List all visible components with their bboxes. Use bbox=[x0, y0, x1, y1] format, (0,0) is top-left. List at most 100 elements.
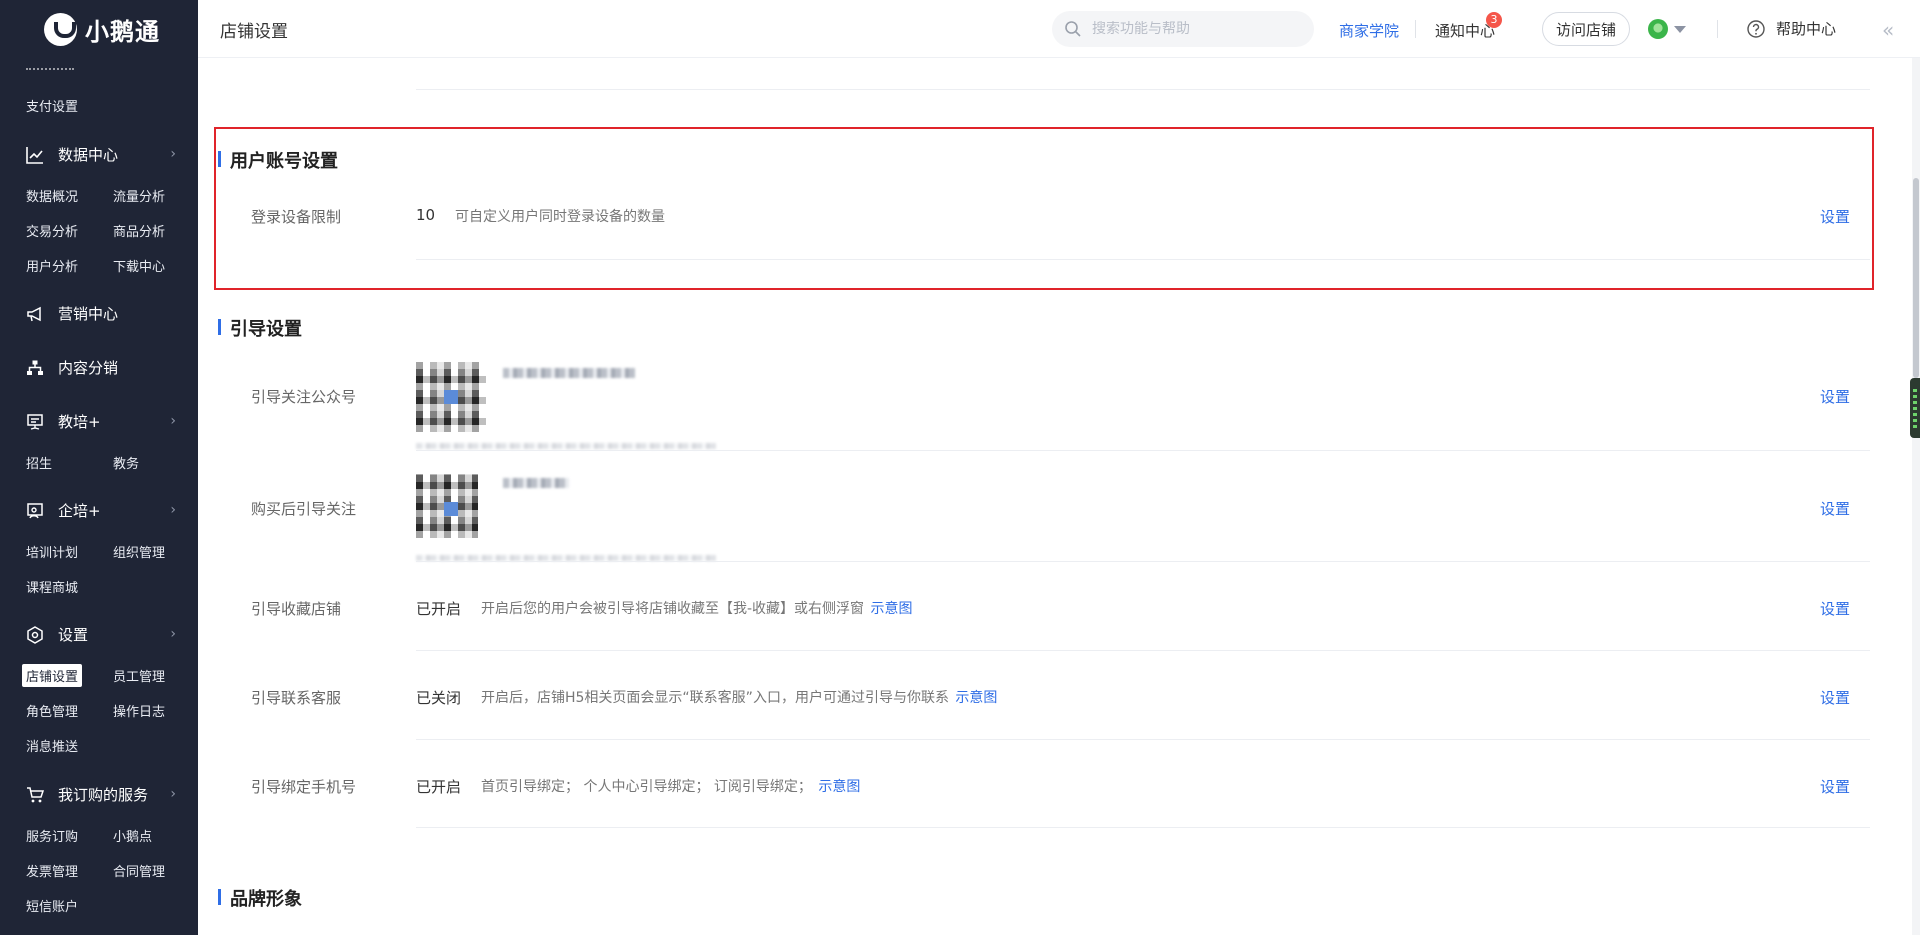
sidebar-item-payment-settings[interactable]: 支付设置 bbox=[26, 96, 78, 115]
row-label: 购买后引导关注 bbox=[251, 500, 357, 518]
sidebar-item-edu-training[interactable]: 教培+ › bbox=[26, 411, 176, 432]
sidebar-item-goose-points[interactable]: 小鹅点 bbox=[113, 826, 152, 845]
sidebar-item-my-services[interactable]: 我订购的服务 › bbox=[26, 784, 176, 805]
header-divider bbox=[1717, 20, 1718, 38]
sidebar-item-data-overview[interactable]: 数据概况 bbox=[26, 186, 78, 205]
search-icon bbox=[1064, 20, 1082, 38]
row-description: 可自定义用户同时登录设备的数量 bbox=[455, 209, 665, 225]
brand-logo[interactable]: 小鹅通 bbox=[0, 0, 198, 58]
sidebar-item-role-management[interactable]: 角色管理 bbox=[26, 701, 78, 720]
sidebar-item-operation-log[interactable]: 操作日志 bbox=[113, 701, 165, 720]
row-status: 已开启 bbox=[416, 600, 462, 618]
sidebar-head-label: 内容分销 bbox=[58, 359, 119, 377]
merchant-academy-link[interactable]: 商家学院 bbox=[1339, 20, 1399, 41]
chevron-right-icon: › bbox=[170, 502, 176, 518]
qr-code-image bbox=[416, 362, 486, 432]
presentation-icon bbox=[26, 413, 44, 431]
sidebar-item-course-mall[interactable]: 课程商城 bbox=[26, 577, 78, 596]
sidebar-head-label: 营销中心 bbox=[58, 305, 119, 323]
sidebar-item-invoice-management[interactable]: 发票管理 bbox=[26, 861, 78, 880]
sidebar-item-traffic-analysis[interactable]: 流量分析 bbox=[113, 186, 165, 205]
row-divider bbox=[416, 259, 1870, 260]
help-center-link[interactable]: 帮助中心 bbox=[1746, 18, 1836, 39]
chart-line-icon bbox=[26, 146, 44, 164]
sidebar-item-content-distribution[interactable]: 内容分销 bbox=[26, 357, 176, 378]
sidebar-item-org-management[interactable]: 组织管理 bbox=[113, 542, 165, 561]
row-divider bbox=[416, 450, 1870, 451]
row-status: 已关闭 bbox=[416, 689, 462, 707]
sidebar-item-enrollment[interactable]: 招生 bbox=[26, 453, 52, 472]
search-box[interactable] bbox=[1052, 11, 1314, 47]
hexagon-gear-icon bbox=[26, 625, 44, 644]
sidebar-cut-row bbox=[26, 60, 166, 70]
blurred-text bbox=[416, 443, 716, 449]
row-divider bbox=[416, 827, 1870, 828]
demo-image-link[interactable]: 示意图 bbox=[871, 601, 913, 617]
chevron-right-icon: › bbox=[170, 786, 176, 802]
row-description: 首页引导绑定； 个人中心引导绑定； 订阅引导绑定； 示意图 bbox=[481, 776, 860, 796]
sidebar-item-staff-management[interactable]: 员工管理 bbox=[113, 666, 165, 685]
notification-count-badge: 3 bbox=[1486, 12, 1502, 28]
chevron-right-icon: › bbox=[170, 413, 176, 429]
sidebar-item-trade-analysis[interactable]: 交易分析 bbox=[26, 221, 78, 240]
row-label: 引导联系客服 bbox=[251, 689, 342, 707]
row-description-text: 开启后您的用户会被引导将店铺收藏至【我-收藏】或右侧浮窗 bbox=[481, 601, 865, 617]
guide-favorite-set-link[interactable]: 设置 bbox=[1820, 598, 1850, 619]
sidebar-item-message-push[interactable]: 消息推送 bbox=[26, 736, 78, 755]
row-label: 引导收藏店铺 bbox=[251, 600, 342, 618]
sidebar-head-label: 教培+ bbox=[58, 413, 101, 431]
sidebar-item-settings[interactable]: 设置 › bbox=[26, 624, 176, 645]
brand-name: 小鹅通 bbox=[85, 17, 160, 46]
section-title-guide: 引导设置 bbox=[218, 315, 302, 341]
megaphone-icon bbox=[26, 305, 44, 323]
sidebar-item-download-center[interactable]: 下载中心 bbox=[113, 256, 165, 275]
guide-bind-phone-set-link[interactable]: 设置 bbox=[1820, 776, 1850, 797]
section-title-account: 用户账号设置 bbox=[218, 147, 338, 173]
section-title-brand: 品牌形象 bbox=[218, 885, 302, 911]
row-divider bbox=[416, 739, 1870, 740]
row-description-text: 首页引导绑定； 个人中心引导绑定； 订阅引导绑定； bbox=[481, 779, 812, 795]
sidebar-item-sms-account[interactable]: 短信账户 bbox=[26, 896, 78, 915]
header-divider bbox=[1415, 20, 1416, 38]
row-value: 10 bbox=[416, 206, 436, 224]
sidebar-item-enterprise-training[interactable]: 企培+ › bbox=[26, 500, 176, 521]
blurred-account-name bbox=[503, 368, 635, 378]
demo-image-link[interactable]: 示意图 bbox=[818, 779, 860, 795]
org-tree-icon bbox=[26, 359, 44, 377]
sidebar-item-service-order[interactable]: 服务订购 bbox=[26, 826, 78, 845]
help-center-label: 帮助中心 bbox=[1776, 20, 1837, 38]
sidebar-item-marketing-center[interactable]: 营销中心 bbox=[26, 303, 176, 324]
main-content: 用户账号设置 登录设备限制 10 可自定义用户同时登录设备的数量 设置 引导设置… bbox=[198, 58, 1920, 935]
guide-follow-set-link[interactable]: 设置 bbox=[1820, 386, 1850, 407]
guide-contact-service-set-link[interactable]: 设置 bbox=[1820, 687, 1850, 708]
guide-after-purchase-set-link[interactable]: 设置 bbox=[1820, 498, 1850, 519]
sidebar-item-data-center[interactable]: 数据中心 › bbox=[26, 144, 176, 165]
login-limit-set-link[interactable]: 设置 bbox=[1820, 206, 1850, 227]
side-float-widget[interactable] bbox=[1910, 378, 1920, 438]
search-input[interactable] bbox=[1092, 21, 1292, 37]
top-bar: 店铺设置 商家学院 通知中心 3 访问店铺 帮助中心 « bbox=[198, 0, 1920, 58]
row-description: 开启后您的用户会被引导将店铺收藏至【我-收藏】或右侧浮窗 示意图 bbox=[481, 598, 913, 618]
row-status: 已开启 bbox=[416, 778, 462, 796]
sidebar-item-academic-affairs[interactable]: 教务 bbox=[113, 453, 139, 472]
chevron-right-icon: › bbox=[170, 626, 176, 642]
sidebar-item-store-settings[interactable]: 店铺设置 bbox=[22, 664, 83, 687]
row-divider bbox=[416, 561, 1870, 562]
sidebar-item-training-plan[interactable]: 培训计划 bbox=[26, 542, 78, 561]
demo-image-link[interactable]: 示意图 bbox=[955, 690, 997, 706]
sidebar-item-contract-management[interactable]: 合同管理 bbox=[113, 861, 165, 880]
row-description-text: 开启后，店铺H5相关页面会显示“联系客服”入口，用户可通过引导与你联系 bbox=[481, 690, 949, 706]
row-divider bbox=[416, 650, 1870, 651]
caret-down-icon[interactable] bbox=[1674, 26, 1686, 33]
row-label: 引导绑定手机号 bbox=[251, 778, 357, 796]
sidebar-head-label: 设置 bbox=[58, 626, 89, 644]
scrollbar-thumb[interactable] bbox=[1913, 178, 1919, 378]
sidebar-head-label: 企培+ bbox=[58, 502, 101, 520]
visit-store-button[interactable]: 访问店铺 bbox=[1542, 12, 1630, 46]
sidebar-item-user-analysis[interactable]: 用户分析 bbox=[26, 256, 78, 275]
sidebar-item-product-analysis[interactable]: 商品分析 bbox=[113, 221, 165, 240]
collapse-double-chevron-icon[interactable]: « bbox=[1882, 18, 1894, 42]
question-circle-icon bbox=[1746, 19, 1766, 39]
avatar[interactable] bbox=[1648, 19, 1668, 39]
sidebar: 小鹅通 支付设置 数据中心 › 数据概况 流量分析 交易分析 商品分析 用户分析… bbox=[0, 0, 198, 935]
